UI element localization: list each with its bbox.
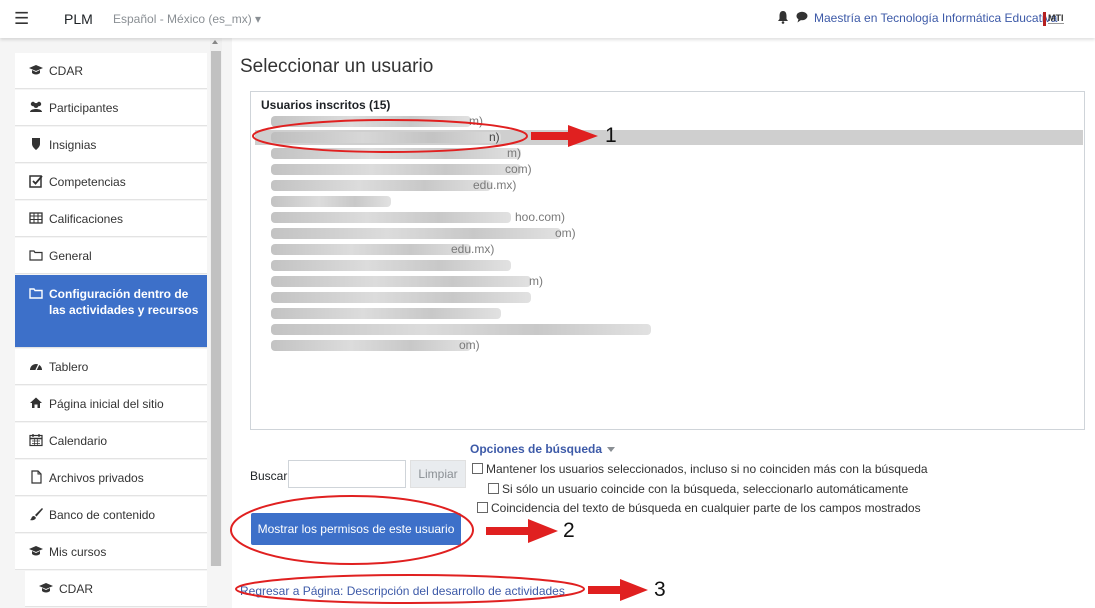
sidebar-item-label: Participantes [49, 101, 119, 115]
user-option[interactable]: com) [255, 162, 1083, 177]
user-menu[interactable]: Maestría en Tecnología Informática Educa… [814, 11, 1057, 25]
user-option[interactable] [255, 306, 1083, 321]
top-navbar: ☰ PLM Español - México (es_mx) ▾ Maestrí… [0, 0, 1095, 38]
sidebar-item-competencias[interactable]: Competencias [15, 164, 207, 200]
page-title: Seleccionar un usuario [240, 56, 434, 77]
user-option[interactable]: m) [255, 274, 1083, 289]
sidebar-item-label: Mis cursos [49, 545, 107, 559]
paint-brush-icon [30, 508, 43, 521]
sidebar-item-label: Página inicial del sitio [49, 397, 164, 411]
graduation-cap-icon [29, 65, 43, 75]
sidebar-scrollbar-thumb[interactable] [211, 51, 221, 566]
svg-text:MTI: MTI [1048, 13, 1064, 23]
calendar-icon [29, 434, 43, 447]
user-option[interactable]: m) [255, 146, 1083, 161]
user-option-selected[interactable]: n) [255, 130, 1083, 145]
site-brand[interactable]: PLM [64, 11, 93, 27]
sidebar-item-label: Configuración dentro de las actividades … [49, 287, 199, 317]
checkbox[interactable] [477, 502, 488, 513]
graduation-cap-icon [29, 546, 43, 556]
user-option[interactable]: om) [255, 226, 1083, 241]
hamburger-icon[interactable]: ☰ [14, 9, 29, 29]
search-label: Buscar [250, 469, 288, 483]
table-icon [29, 212, 43, 224]
user-group-label: Usuarios inscritos (15) [261, 98, 391, 112]
graduation-cap-icon [39, 583, 53, 593]
sidebar-item-label: Banco de contenido [49, 508, 156, 522]
checkbox[interactable] [488, 483, 499, 494]
language-selector[interactable]: Español - México (es_mx) ▾ [113, 12, 261, 26]
user-logo[interactable]: MTI [1043, 9, 1083, 29]
sidebar-item-configuracion[interactable]: Configuración dentro de las actividades … [15, 275, 207, 348]
option-match-anywhere[interactable]: Coincidencia del texto de búsqueda en cu… [477, 501, 921, 515]
dashboard-icon [30, 363, 42, 371]
user-option[interactable]: edu.mx) [255, 178, 1083, 193]
option-keep-selected[interactable]: Mantener los usuarios seleccionados, inc… [472, 462, 928, 476]
sidebar-item-label: Calendario [49, 434, 108, 448]
shield-icon [32, 138, 40, 150]
sidebar-item-label: CDAR [49, 64, 84, 78]
search-input[interactable] [288, 460, 406, 488]
file-icon [31, 470, 42, 484]
sidebar-item-label: CDAR [59, 582, 94, 596]
user-option[interactable] [255, 322, 1083, 337]
checkbox[interactable] [472, 463, 483, 474]
sidebar-item-cdar[interactable]: CDAR [15, 53, 207, 89]
user-option[interactable] [255, 258, 1083, 273]
sidebar-item-label: Competencias [49, 175, 126, 189]
sidebar-item-archivos-privados[interactable]: Archivos privados [15, 460, 207, 496]
folder-icon [29, 250, 43, 261]
users-icon [30, 101, 42, 112]
sidebar-item-label: Insignias [49, 138, 97, 152]
caret-down-icon [607, 447, 616, 453]
sidebar-item-mis-cursos[interactable]: Mis cursos [15, 534, 207, 570]
sidebar-item-insignias[interactable]: Insignias [15, 127, 207, 163]
arrow-icon [588, 579, 648, 601]
sidebar-item-calendario[interactable]: Calendario [15, 423, 207, 459]
course-sidebar: CDAR Participantes Insignias Competencia… [0, 38, 232, 608]
annotation-number: 3 [654, 578, 666, 601]
sidebar-item-banco-contenido[interactable]: Banco de contenido [15, 497, 207, 533]
return-link[interactable]: Regresar a Página: Descripción del desar… [240, 584, 565, 598]
user-option[interactable]: m) [255, 114, 1083, 129]
scroll-up-arrow-icon[interactable] [212, 40, 218, 44]
sidebar-item-label: Archivos privados [49, 471, 144, 485]
sidebar-item-label: Tablero [49, 360, 89, 374]
annotation-number: 1 [605, 124, 617, 147]
clear-button[interactable]: Limpiar [410, 460, 466, 488]
sidebar-item-cdar-course[interactable]: CDAR [25, 571, 207, 607]
bell-icon[interactable] [777, 10, 789, 24]
folder-icon [29, 288, 43, 299]
sidebar-item-label: General [49, 249, 92, 263]
user-option[interactable]: hoo.com) [255, 210, 1083, 225]
sidebar-item-calificaciones[interactable]: Calificaciones [15, 201, 207, 237]
annotation-number: 2 [563, 519, 575, 542]
sidebar-item-label: Calificaciones [49, 212, 124, 226]
user-option[interactable] [255, 194, 1083, 209]
check-square-icon [29, 175, 43, 188]
chat-icon[interactable] [796, 11, 808, 23]
user-select-list[interactable]: Usuarios inscritos (15) m) n) m) com) ed… [250, 91, 1085, 430]
show-permissions-button[interactable]: Mostrar los permisos de este usuario [251, 513, 461, 545]
user-option[interactable]: om) [255, 338, 1083, 353]
search-options-toggle[interactable]: Opciones de búsqueda [470, 442, 616, 456]
option-autoselect-unique[interactable]: Si sólo un usuario coincide con la búsqu… [488, 482, 908, 496]
user-option[interactable]: edu.mx) [255, 242, 1083, 257]
sidebar-item-tablero[interactable]: Tablero [15, 349, 207, 385]
sidebar-item-general[interactable]: General [15, 238, 207, 274]
sidebar-item-participantes[interactable]: Participantes [15, 90, 207, 126]
sidebar-item-pagina-inicial[interactable]: Página inicial del sitio [15, 386, 207, 422]
home-icon [30, 397, 42, 408]
arrow-icon [486, 519, 558, 543]
user-option[interactable] [255, 290, 1083, 305]
